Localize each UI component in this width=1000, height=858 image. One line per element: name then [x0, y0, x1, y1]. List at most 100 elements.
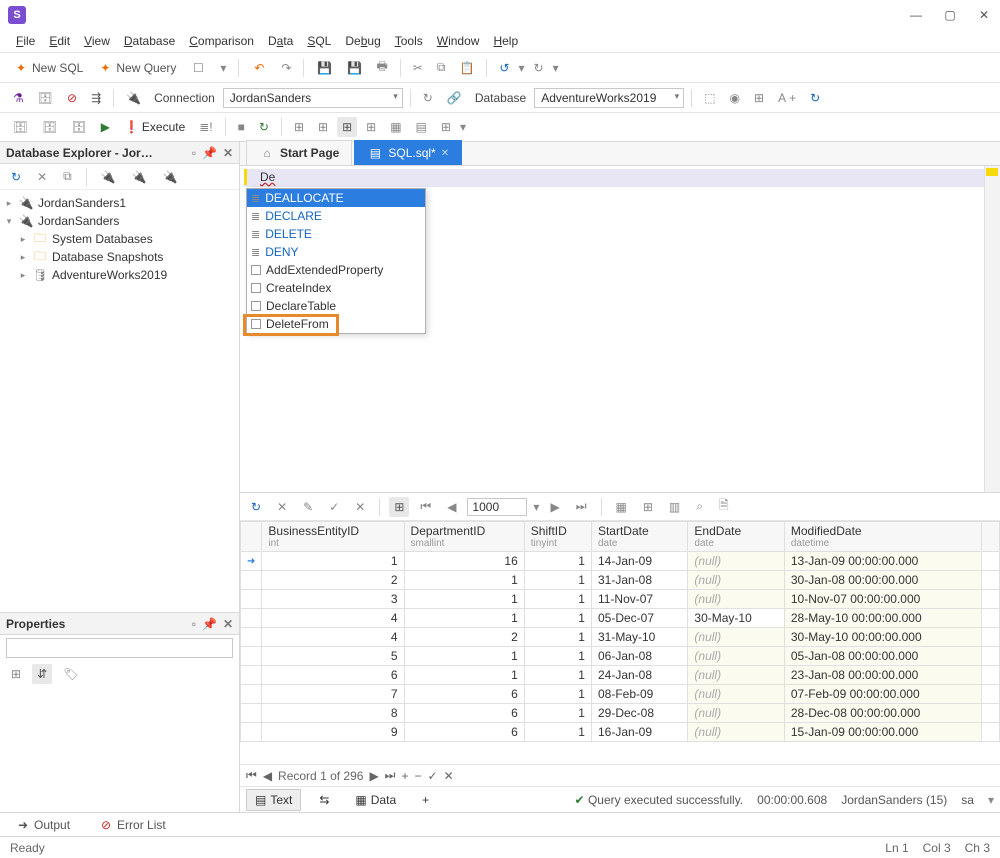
check-icon[interactable]: ✓ — [324, 497, 344, 517]
col-ed[interactable]: EndDatedate — [688, 522, 784, 552]
data-grid[interactable]: BusinessEntityIDint DepartmentIDsmallint… — [240, 521, 1000, 764]
plug-add-icon[interactable]: 🔌 — [96, 167, 121, 187]
table-row[interactable]: 41105-Dec-0730-May-1028-May-10 00:00:00.… — [241, 609, 1000, 628]
tab-start[interactable]: ⌂Start Page — [246, 140, 352, 165]
save-all-button[interactable]: 💾 — [341, 57, 367, 79]
tool-b-icon[interactable]: ◉ — [725, 88, 745, 108]
g5-icon[interactable]: ▦ — [385, 117, 406, 137]
new-sql-button[interactable]: ✦New SQL — [8, 57, 88, 79]
ac-decltable[interactable]: DeclareTable — [247, 297, 425, 315]
redo-button[interactable]: ↻ — [529, 58, 549, 78]
save-button[interactable]: 💾 — [311, 57, 337, 79]
prop-icon[interactable]: 🏷 — [58, 664, 83, 684]
last-icon[interactable]: ⏭ — [571, 496, 592, 517]
edit-icon[interactable]: ✎ — [298, 497, 318, 517]
table-row[interactable]: 86129-Dec-08(null)28-Dec-08 00:00:00.000 — [241, 704, 1000, 723]
tree-node-sysdb[interactable]: ▸🗀System Databases — [0, 230, 239, 248]
plug2-icon[interactable]: 🔌 — [127, 167, 152, 187]
plug-del-icon[interactable]: 🔌 — [158, 167, 183, 187]
window-pos-icon[interactable]: ▫ — [192, 617, 196, 631]
az-icon[interactable]: ⇵ — [32, 664, 52, 684]
tree-node-advworks[interactable]: ▸🛢AdventureWorks2019 — [0, 266, 239, 284]
db2-icon[interactable]: 🗄 — [37, 117, 62, 137]
menu-debug[interactable]: Debug — [339, 32, 386, 50]
col-sh[interactable]: ShiftIDtinyint — [524, 522, 591, 552]
forward-button[interactable]: ↷ — [276, 58, 296, 78]
nav-prev-icon[interactable]: ◀ — [263, 769, 272, 783]
ac-delete[interactable]: ≣DELETE — [247, 225, 425, 243]
g2-icon[interactable]: ⊞ — [313, 117, 333, 137]
export-icon[interactable]: 🗎 — [714, 493, 734, 520]
close-button[interactable]: ✕ — [976, 8, 992, 22]
maximize-button[interactable]: ▢ — [942, 8, 958, 22]
execute-button[interactable]: ❗Execute — [119, 117, 190, 137]
nav-last-icon[interactable]: ⏭ — [385, 768, 396, 783]
db-icon[interactable]: 🗄 — [33, 88, 58, 108]
page-input[interactable]: 1000 — [467, 498, 527, 516]
tool-c-icon[interactable]: ⊞ — [749, 88, 769, 108]
menu-edit[interactable]: Edit — [43, 32, 76, 50]
cut-button[interactable]: ✂ — [408, 58, 428, 78]
nav-first-icon[interactable]: ⏮ — [246, 768, 257, 783]
first-icon[interactable]: ⏮ — [415, 496, 436, 517]
flask-icon[interactable]: ⚗ — [8, 88, 29, 108]
table-row[interactable]: 76108-Feb-09(null)07-Feb-09 00:00:00.000 — [241, 685, 1000, 704]
gridv2-icon[interactable]: ⊞ — [638, 497, 658, 517]
tool-d-icon[interactable]: A+ — [773, 88, 801, 108]
menu-view[interactable]: View — [78, 32, 116, 50]
copy-button[interactable]: ⧉ — [432, 57, 451, 78]
tab-close-icon[interactable]: ✕ — [441, 148, 449, 159]
gridv3-icon[interactable]: ▥ — [664, 497, 685, 517]
connection-combo[interactable]: JordanSanders — [223, 88, 403, 108]
mode-icon[interactable]: ⊞ — [389, 497, 409, 517]
refresh-grid-icon[interactable]: ↻ — [246, 497, 266, 517]
g4-icon[interactable]: ⊞ — [361, 117, 381, 137]
tree-node-server1[interactable]: ▸🔌JordanSanders1 — [0, 194, 239, 212]
col-md[interactable]: ModifiedDatedatetime — [784, 522, 981, 552]
error-list-tab[interactable]: ⊘Error List — [93, 814, 171, 836]
filter-icon[interactable]: ⇶ — [86, 88, 106, 108]
properties-combo[interactable] — [6, 638, 233, 658]
window-pos-icon[interactable]: ▫ — [192, 146, 196, 160]
col-be[interactable]: BusinessEntityIDint — [262, 522, 404, 552]
sql-editor[interactable]: De ≣DEALLOCATE ≣DECLARE ≣DELETE ≣DENY Ad… — [240, 166, 1000, 492]
menu-data[interactable]: Data — [262, 32, 299, 50]
ac-createidx[interactable]: CreateIndex — [247, 279, 425, 297]
error-icon[interactable]: ⊘ — [62, 88, 82, 108]
menu-help[interactable]: Help — [487, 32, 524, 50]
nav-ok-icon[interactable]: ✓ — [428, 769, 438, 783]
paste-button[interactable]: 📋 — [454, 58, 479, 78]
g3-icon[interactable]: ⊞ — [337, 117, 357, 137]
run-button[interactable]: ▶ — [96, 117, 115, 137]
ac-deny[interactable]: ≣DENY — [247, 243, 425, 261]
x-icon[interactable]: ✕ — [32, 167, 52, 187]
menu-tools[interactable]: Tools — [389, 32, 429, 50]
output-tab[interactable]: ➜Output — [10, 814, 75, 836]
col-sd[interactable]: StartDatedate — [591, 522, 687, 552]
back-button[interactable]: ↶ — [246, 57, 272, 79]
step-icon[interactable]: ≣! — [194, 117, 217, 137]
nav-del-icon[interactable]: − — [415, 769, 422, 783]
col-dep[interactable]: DepartmentIDsmallint — [404, 522, 524, 552]
table-row[interactable]: 42131-May-10(null)30-May-10 00:00:00.000 — [241, 628, 1000, 647]
table-row[interactable]: ➜116114-Jan-09(null)13-Jan-09 00:00:00.0… — [241, 552, 1000, 571]
menu-sql[interactable]: SQL — [301, 32, 337, 50]
database-combo[interactable]: AdventureWorks2019 — [534, 88, 684, 108]
g6-icon[interactable]: ▤ — [411, 117, 432, 137]
table-row[interactable]: 31111-Nov-07(null)10-Nov-07 00:00:00.000 — [241, 590, 1000, 609]
filter2-icon[interactable]: ⌕ — [691, 496, 708, 517]
tool-a-icon[interactable]: ⬚ — [699, 88, 720, 108]
table-row[interactable]: 21131-Jan-08(null)30-Jan-08 00:00:00.000 — [241, 571, 1000, 590]
g7-icon[interactable]: ⊞ — [436, 117, 456, 137]
table-row[interactable]: 96116-Jan-09(null)15-Jan-09 00:00:00.000 — [241, 723, 1000, 742]
menu-window[interactable]: Window — [431, 32, 486, 50]
minimize-button[interactable]: — — [908, 8, 924, 22]
tab-sql[interactable]: ▤SQL.sql*✕ — [354, 140, 462, 165]
cat-icon[interactable]: ⊞ — [6, 664, 26, 684]
refresh-conn-icon[interactable]: ↻ — [418, 88, 438, 108]
ac-declare[interactable]: ≣DECLARE — [247, 207, 425, 225]
cancel-icon[interactable]: ✕ — [272, 497, 292, 517]
close-panel-icon[interactable]: ✕ — [223, 146, 233, 160]
ac-deletefrom[interactable]: DeleteFrom — [247, 315, 425, 333]
db1-icon[interactable]: 🗄 — [8, 117, 33, 137]
